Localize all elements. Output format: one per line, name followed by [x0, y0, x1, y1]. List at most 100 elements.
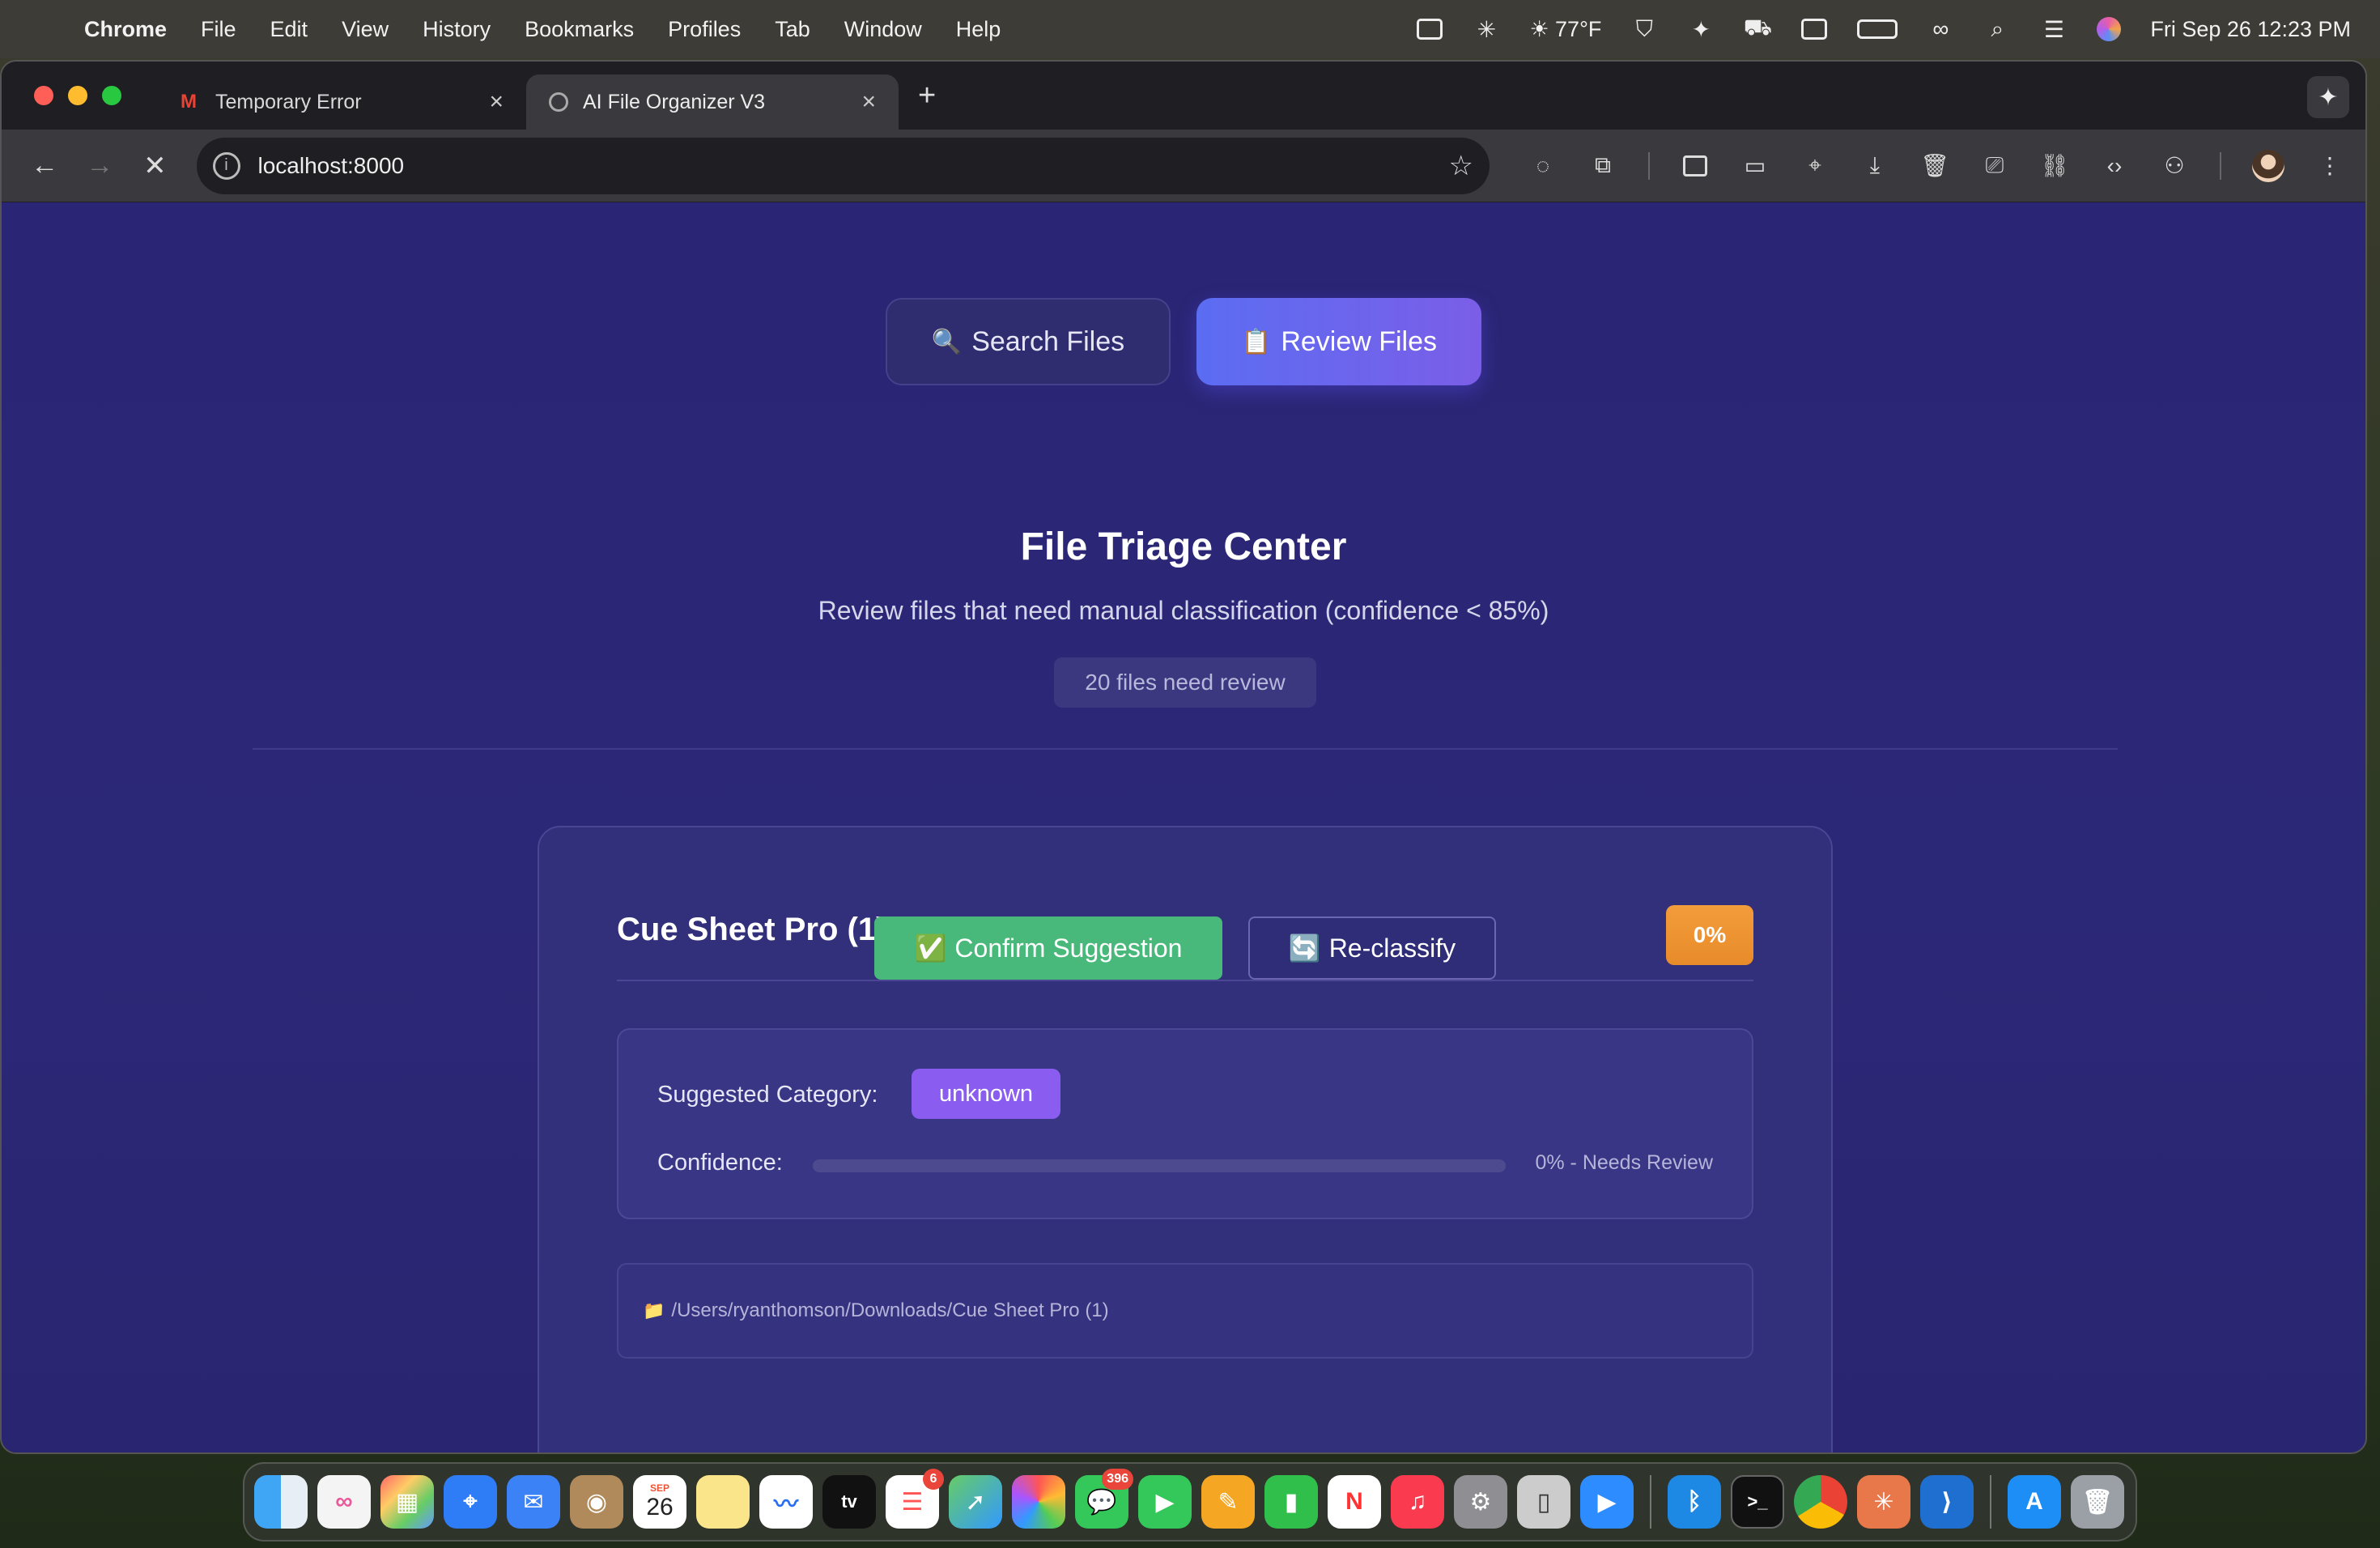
kebab-menu-icon[interactable]: ⋮	[2315, 151, 2344, 181]
tab-temporary-error[interactable]: M Temporary Error ×	[154, 74, 526, 130]
screen-search-icon[interactable]	[1681, 151, 1710, 181]
mountain-app-icon[interactable]	[1416, 17, 1443, 41]
code-icon[interactable]: ‹›	[2100, 151, 2129, 181]
address-bar[interactable]: i localhost:8000 ☆	[196, 137, 1490, 194]
menu-profiles[interactable]: Profiles	[668, 17, 741, 42]
siri-icon[interactable]	[2097, 17, 2122, 41]
macos-menu-bar: Chrome File Edit View History Bookmarks …	[0, 0, 2380, 58]
new-tab-icon[interactable]: +	[918, 79, 936, 113]
terminal-icon[interactable]: >_	[1731, 1475, 1784, 1529]
bluetooth-icon[interactable]: ᛒ	[1668, 1475, 1721, 1529]
url-text[interactable]: localhost:8000	[258, 153, 1449, 179]
reclassify-button[interactable]: 🔄 Re-classify	[1248, 916, 1496, 980]
incognito-icon[interactable]: ⚇	[2160, 151, 2189, 181]
mail-icon[interactable]: ✉	[507, 1475, 560, 1529]
card-icon[interactable]: ▭	[1740, 151, 1770, 181]
menu-edit[interactable]: Edit	[270, 17, 308, 42]
link-status-icon[interactable]: ∞	[1927, 16, 1954, 41]
tab-ai-file-organizer[interactable]: AI File Organizer V3 ×	[526, 74, 899, 130]
freeform-icon[interactable]: 〰	[759, 1475, 813, 1529]
search-files-button[interactable]: 🔍 Search Files	[886, 298, 1171, 385]
bookmark-star-icon[interactable]: ☆	[1449, 150, 1473, 182]
site-info-icon[interactable]: i	[212, 151, 240, 180]
reclassify-label: Re-classify	[1328, 933, 1456, 963]
minimize-window-button[interactable]	[68, 86, 87, 105]
back-icon[interactable]: ←	[23, 143, 66, 189]
zoom-icon[interactable]: ▶	[1580, 1475, 1634, 1529]
pages-icon[interactable]: ✎	[1201, 1475, 1255, 1529]
trash-icon[interactable]: 🗑	[1920, 151, 1949, 181]
finder-icon[interactable]	[254, 1475, 308, 1529]
close-window-button[interactable]	[34, 86, 53, 105]
menu-app-name[interactable]: Chrome	[84, 17, 167, 42]
notes-icon[interactable]	[696, 1475, 750, 1529]
music-icon[interactable]: ♫	[1391, 1475, 1444, 1529]
news-icon[interactable]: N	[1328, 1475, 1381, 1529]
sparkle-status-icon[interactable]: ✳	[1473, 17, 1500, 42]
reminders-icon[interactable]: ☰ 6	[886, 1469, 944, 1529]
confidence-status: 0% - Needs Review	[1535, 1151, 1713, 1174]
profile-avatar[interactable]	[2252, 149, 2284, 182]
menu-window[interactable]: Window	[844, 17, 922, 42]
menu-tab[interactable]: Tab	[775, 17, 810, 42]
clipboard-icon: 📋	[1240, 328, 1272, 355]
file-name: Cue Sheet Pro (1)	[617, 912, 887, 947]
calendar-month: SEP	[649, 1482, 669, 1494]
download-icon[interactable]: ⤓	[1860, 151, 1889, 181]
dock-separator	[1650, 1475, 1651, 1529]
menu-help[interactable]: Help	[956, 17, 1001, 42]
trash-bin-icon[interactable]: 🗑	[2071, 1475, 2124, 1529]
confirm-suggestion-button[interactable]: ✅ Confirm Suggestion	[874, 916, 1222, 980]
browser-toolbar: ← → ✕ i localhost:8000 ☆ ◌ ⧉ ▭ ⌖ ⤓ 🗑 ⎚ ⛓…	[2, 130, 2365, 202]
vscode-icon[interactable]: ⟩	[1920, 1475, 1974, 1529]
numbers-icon[interactable]: ▮	[1264, 1475, 1318, 1529]
car-status-icon[interactable]: ⛟	[1744, 15, 1772, 41]
calendar-icon[interactable]: SEP 26	[633, 1475, 686, 1529]
gemini-icon[interactable]: ✦	[2307, 76, 2349, 118]
stop-loading-icon[interactable]: ✕	[133, 143, 176, 189]
close-tab-icon[interactable]: ×	[861, 88, 876, 116]
zoom-window-button[interactable]	[102, 86, 121, 105]
safari-icon[interactable]: ⌖	[444, 1475, 497, 1529]
vpn-status-icon[interactable]: ⛉	[1630, 16, 1658, 41]
close-tab-icon[interactable]: ×	[489, 88, 504, 116]
cast-icon[interactable]: ⎚	[1980, 151, 2009, 181]
messages-icon[interactable]: 💬 396	[1075, 1469, 1133, 1529]
battery-icon[interactable]	[1857, 19, 1898, 39]
review-files-button[interactable]: 📋 Review Files	[1196, 298, 1481, 385]
toolbar-separator	[1648, 151, 1650, 180]
maps-icon[interactable]: ➚	[949, 1475, 1002, 1529]
forward-icon[interactable]: →	[78, 143, 121, 189]
memory-status-icon[interactable]	[1800, 17, 1828, 41]
contacts-icon[interactable]: ◉	[570, 1475, 623, 1529]
system-settings-icon[interactable]: ⚙	[1454, 1475, 1507, 1529]
facetime-icon[interactable]: ▶	[1138, 1475, 1192, 1529]
control-center-icon[interactable]: ☰	[2040, 17, 2068, 42]
claude-icon[interactable]: ✳	[1857, 1475, 1910, 1529]
weather-status[interactable]: ☀ 77°F	[1529, 17, 1601, 42]
link-icon[interactable]: ⛓	[2040, 151, 2069, 181]
location-pin-icon[interactable]: ⌖	[1800, 151, 1830, 181]
apple-tv-icon[interactable]: tv	[822, 1475, 876, 1529]
macos-dock: ∞ ▦ ⌖ ✉ ◉ SEP 26 〰 tv ☰ 6 ➚ 💬 396 ▶ ✎ ▮ …	[243, 1462, 2137, 1542]
refresh-icon: 🔄	[1288, 933, 1321, 963]
confirm-label: Confirm Suggestion	[954, 933, 1183, 963]
menu-history[interactable]: History	[423, 17, 491, 42]
tab-strip: M Temporary Error × AI File Organizer V3…	[2, 62, 2365, 130]
photos-icon[interactable]	[1012, 1475, 1065, 1529]
launchpad-icon[interactable]: ▦	[380, 1475, 434, 1529]
chrome-icon[interactable]	[1794, 1475, 1847, 1529]
menu-file[interactable]: File	[201, 17, 236, 42]
creative-cloud-icon[interactable]: ∞	[317, 1475, 371, 1529]
gemini-status-icon[interactable]: ✦	[1687, 17, 1715, 42]
magnifier-icon: 🔍	[931, 328, 963, 355]
dock-separator	[1990, 1475, 1991, 1529]
app-store-icon[interactable]: A	[2008, 1475, 2061, 1529]
menu-view[interactable]: View	[342, 17, 389, 42]
extensions-puzzle-icon[interactable]: ⧉	[1588, 151, 1617, 181]
menubar-clock[interactable]: Fri Sep 26 12:23 PM	[2150, 17, 2351, 42]
spotlight-search-icon[interactable]: ⌕	[1983, 16, 2011, 41]
menu-bookmarks[interactable]: Bookmarks	[525, 17, 634, 42]
iphone-mirroring-icon[interactable]: ▯	[1517, 1475, 1570, 1529]
mouse-extension-icon[interactable]: ◌	[1528, 151, 1558, 181]
